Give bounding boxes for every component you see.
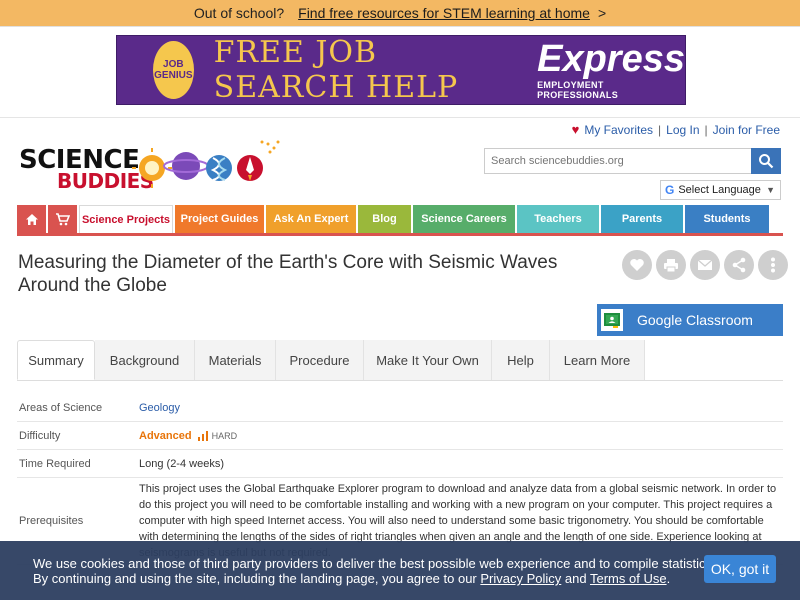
nav-teachers[interactable]: Teachers — [517, 205, 599, 233]
page-title: Measuring the Diameter of the Earth's Co… — [18, 252, 558, 296]
tab-help[interactable]: Help — [492, 340, 550, 380]
nav-science-careers[interactable]: Science Careers — [413, 205, 515, 233]
areas-label: Areas of Science — [19, 401, 103, 414]
difficulty-bars-icon — [197, 430, 208, 441]
language-selector[interactable]: G Select Language ▼ — [660, 180, 781, 200]
science-buddies-logo[interactable]: SCIENCE BUDDIES — [18, 138, 280, 193]
tab-make-it-your-own[interactable]: Make It Your Own — [364, 340, 492, 380]
search-icon — [759, 154, 774, 169]
my-favorites-link[interactable]: My Favorites — [584, 123, 653, 137]
cookie-period: . — [666, 571, 671, 586]
email-button[interactable] — [690, 250, 720, 280]
nav-blog[interactable]: Blog — [358, 205, 411, 233]
google-classroom-icon — [601, 309, 623, 331]
nav-science-projects[interactable]: Science Projects — [79, 205, 173, 233]
ad-headline: FREE JOB SEARCH HELP — [213, 35, 459, 105]
divider — [0, 117, 800, 118]
separator: | — [658, 122, 662, 137]
nav-underline — [17, 233, 783, 236]
cookie-text: We use cookies and those of third party … — [33, 556, 716, 586]
heart-icon: ♥ — [571, 122, 580, 137]
separator: | — [704, 122, 708, 137]
difficulty-hard: HARD — [211, 430, 238, 441]
express-logo: Express EMPLOYMENT PROFESSIONALS — [537, 40, 685, 100]
share-icon — [732, 257, 746, 273]
caret-down-icon: ▼ — [766, 185, 775, 195]
search-input[interactable] — [484, 148, 751, 174]
table-row: Time Required Long (2-4 weeks) — [17, 450, 783, 478]
privacy-policy-link[interactable]: Privacy Policy — [480, 571, 561, 586]
cookie-ok-button[interactable]: OK, got it — [704, 555, 776, 583]
logo-science-icons — [132, 140, 280, 188]
printer-icon — [664, 259, 678, 272]
express-subtitle: EMPLOYMENT PROFESSIONALS — [537, 80, 619, 100]
time-value: Long (2-4 weeks) — [139, 457, 224, 470]
nav-ask-an-expert[interactable]: Ask An Expert — [266, 205, 356, 233]
badge-line2: GENIUS — [154, 70, 193, 81]
login-link[interactable]: Log In — [666, 123, 699, 137]
join-link[interactable]: Join for Free — [713, 123, 780, 137]
main-nav: Science Projects Project Guides Ask An E… — [17, 205, 783, 233]
tab-materials[interactable]: Materials — [195, 340, 276, 380]
language-label: Select Language — [678, 184, 761, 196]
share-toolbar — [622, 250, 788, 280]
google-classroom-button[interactable]: Google Classroom — [597, 304, 783, 336]
promo-link[interactable]: Find free resources for STEM learning at… — [298, 5, 590, 21]
table-row: Difficulty Advanced HARD — [17, 422, 783, 450]
search-bar — [484, 148, 781, 174]
google-classroom-label: Google Classroom — [637, 312, 753, 328]
nav-project-guides[interactable]: Project Guides — [175, 205, 264, 233]
google-g-icon: G — [665, 183, 675, 197]
cookie-and: and — [561, 571, 590, 586]
terms-of-use-link[interactable]: Terms of Use — [590, 571, 667, 586]
ad-banner[interactable]: JOB GENIUS FREE JOB SEARCH HELP Express … — [116, 35, 686, 105]
search-button[interactable] — [751, 148, 781, 174]
heart-icon — [630, 259, 644, 271]
badge-line1: JOB — [163, 59, 184, 70]
project-tabs: Summary Background Materials Procedure M… — [17, 340, 783, 381]
difficulty-level: Advanced — [139, 429, 192, 442]
nav-students[interactable]: Students — [685, 205, 769, 233]
project-summary-table: Areas of Science Geology Difficulty Adva… — [17, 394, 783, 565]
promo-arrow[interactable]: > — [598, 5, 606, 21]
express-brand: Express — [537, 38, 685, 80]
cookie-banner: We use cookies and those of third party … — [0, 541, 800, 600]
divider — [0, 26, 800, 27]
difficulty-label: Difficulty — [19, 429, 61, 442]
envelope-icon — [697, 259, 713, 270]
nav-parents[interactable]: Parents — [601, 205, 683, 233]
account-links: ♥ My Favorites | Log In | Join for Free — [572, 122, 780, 137]
favorite-button[interactable] — [622, 250, 652, 280]
cart-button[interactable] — [48, 205, 77, 233]
print-button[interactable] — [656, 250, 686, 280]
areas-value-link[interactable]: Geology — [139, 394, 783, 421]
job-genius-badge: JOB GENIUS — [153, 41, 194, 99]
tab-summary[interactable]: Summary — [17, 340, 95, 380]
difficulty-value: Advanced HARD — [139, 422, 783, 449]
tab-background[interactable]: Background — [95, 340, 195, 380]
cookie-line1: We use cookies and those of third party … — [33, 556, 716, 571]
tab-learn-more[interactable]: Learn More — [550, 340, 645, 380]
time-label: Time Required — [19, 457, 91, 470]
tabs-filler — [645, 340, 783, 380]
promo-question: Out of school? — [193, 5, 285, 21]
more-options-button[interactable] — [758, 250, 788, 280]
more-vertical-icon — [771, 257, 775, 273]
home-button[interactable] — [17, 205, 46, 233]
promo-bar: Out of school? Find free resources for S… — [0, 0, 800, 26]
tab-procedure[interactable]: Procedure — [276, 340, 364, 380]
table-row: Areas of Science Geology — [17, 394, 783, 422]
home-icon — [25, 213, 38, 225]
cookie-line2: By continuing and using the site, includ… — [33, 571, 481, 586]
share-button[interactable] — [724, 250, 754, 280]
cart-icon — [56, 212, 70, 225]
